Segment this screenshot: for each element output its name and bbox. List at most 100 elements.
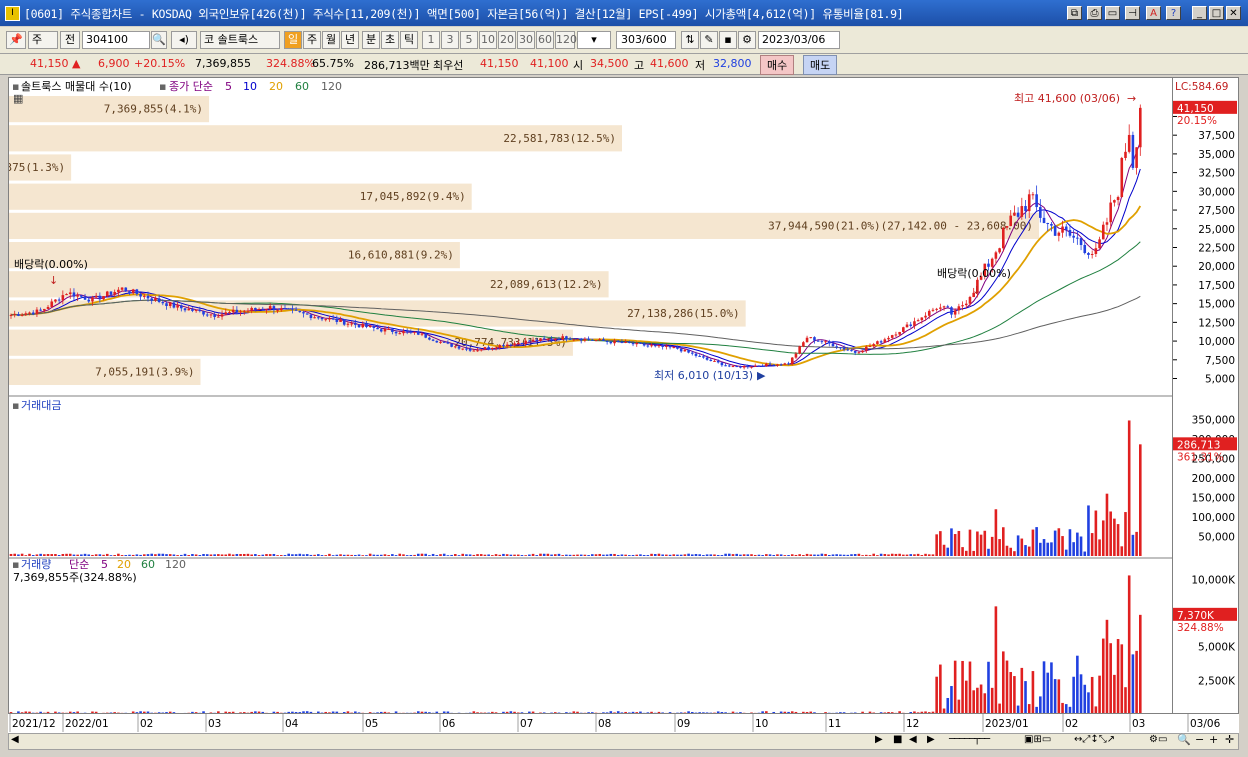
- candle-body: [739, 366, 742, 368]
- stock-name-label[interactable]: 코 솔트룩스: [200, 31, 280, 49]
- date-input[interactable]: 2023/03/06: [758, 31, 840, 49]
- candle-body: [228, 311, 231, 313]
- candle-body: [565, 336, 568, 339]
- font-icon[interactable]: A: [1146, 6, 1161, 20]
- chart-type-icon[interactable]: ⇅: [681, 31, 699, 49]
- period-week[interactable]: 주: [303, 31, 321, 49]
- settings-small-icon[interactable]: ⚙▭: [1149, 734, 1167, 745]
- candle-body: [176, 305, 179, 308]
- candle-body: [339, 319, 342, 322]
- period-month[interactable]: 월: [322, 31, 340, 49]
- amount-bar: [98, 554, 102, 556]
- candle-body: [450, 343, 453, 347]
- volume-bar: [994, 606, 998, 714]
- amount-bar: [661, 554, 664, 556]
- search-icon[interactable]: 🔍: [151, 31, 167, 49]
- prev-button[interactable]: 전: [60, 31, 80, 49]
- scroll-end-left-icon[interactable]: ◀: [909, 734, 917, 745]
- link-icon[interactable]: ⧉: [1067, 6, 1082, 20]
- play-icon[interactable]: ▶: [875, 734, 883, 745]
- save-icon[interactable]: ▪: [719, 31, 737, 49]
- zoom-out-icon[interactable]: −: [1195, 733, 1204, 746]
- interval-10[interactable]: 10: [479, 31, 497, 49]
- amount-bar: [368, 553, 372, 556]
- chart-scrollbar[interactable]: ◀ ▶ ■ ◀ ▶ ─────┬── ▣⊞▭ ↔⤢↕⤡↗ ⚙▭ 🔍 − + ✛: [8, 733, 1239, 750]
- amount-bar: [894, 553, 898, 556]
- candle-body: [213, 314, 216, 317]
- market-type-select[interactable]: 주: [28, 31, 58, 49]
- candle-body: [487, 347, 490, 349]
- volume-tick-label: 2,500K: [1198, 675, 1236, 687]
- zoom-in-icon[interactable]: +: [1209, 733, 1218, 746]
- layout-icon[interactable]: ▣⊞▭: [1024, 734, 1051, 745]
- help-icon[interactable]: ?: [1166, 6, 1181, 20]
- interval-3[interactable]: 3: [441, 31, 459, 49]
- stock-code-input[interactable]: 304100: [82, 31, 150, 49]
- period-year[interactable]: 년: [341, 31, 359, 49]
- period-day[interactable]: 일: [284, 31, 302, 49]
- scroll-left-icon[interactable]: ◀: [11, 734, 19, 745]
- data-count-input[interactable]: 303/600: [616, 31, 676, 49]
- fit-icon[interactable]: ✛: [1225, 733, 1234, 746]
- close-button[interactable]: ✕: [1226, 6, 1241, 20]
- amount-bar: [65, 553, 68, 556]
- speaker-icon[interactable]: ◂): [171, 31, 197, 49]
- interval-1[interactable]: 1: [422, 31, 440, 49]
- amount-bar: [154, 554, 157, 556]
- sell-button[interactable]: 매도: [803, 55, 838, 75]
- date-tick-label: 02: [1065, 718, 1078, 730]
- stop-icon[interactable]: ■: [893, 734, 902, 745]
- candle-body: [335, 318, 339, 322]
- settings-icon[interactable]: ⚙: [738, 31, 756, 49]
- amount-bar: [298, 553, 302, 556]
- interval-5[interactable]: 5: [460, 31, 478, 49]
- interval-60[interactable]: 60: [536, 31, 554, 49]
- legend-square-icon: ▪: [12, 399, 19, 412]
- setup-icon[interactable]: ⊣: [1125, 6, 1140, 20]
- window-icon[interactable]: ▭: [1105, 6, 1120, 20]
- candle-body: [94, 295, 98, 298]
- period-minute[interactable]: 분: [362, 31, 380, 49]
- amount-bar: [920, 555, 924, 556]
- candle-body: [690, 352, 694, 354]
- candle-body: [117, 289, 120, 292]
- amount-bar: [54, 554, 57, 556]
- candle-body: [1120, 157, 1124, 198]
- amount-bar: [1072, 542, 1075, 556]
- interval-120[interactable]: 120: [555, 31, 577, 49]
- amount-bar: [827, 554, 831, 556]
- zoom-search-icon[interactable]: 🔍: [1177, 733, 1191, 746]
- draw-tools-icon[interactable]: ↔⤢↕⤡↗: [1074, 734, 1115, 745]
- print-icon[interactable]: ⎙: [1087, 6, 1102, 20]
- amount-bar: [613, 553, 616, 556]
- candle-body: [491, 347, 494, 349]
- candle-body: [624, 341, 627, 343]
- tool-icon[interactable]: ✎: [700, 31, 718, 49]
- period-tick[interactable]: 틱: [400, 31, 418, 49]
- amount-bar: [913, 554, 916, 556]
- amount-bar: [1035, 527, 1038, 556]
- buy-button[interactable]: 매수: [760, 55, 795, 75]
- period-second[interactable]: 초: [381, 31, 399, 49]
- date-tick-label: 08: [598, 718, 611, 730]
- custom-interval-select[interactable]: ▾: [577, 31, 611, 49]
- volume-bar: [1046, 672, 1050, 714]
- scroll-end-right-icon[interactable]: ▶: [927, 734, 935, 745]
- amount-bar: [135, 554, 139, 556]
- candle-body: [416, 331, 420, 335]
- price-tick-label: 17,500: [1198, 280, 1235, 292]
- amount-bar: [431, 553, 435, 556]
- maximize-button[interactable]: □: [1209, 6, 1224, 20]
- candle-body: [1113, 200, 1116, 203]
- volume-profile-label: 17,045,892(9.4%): [360, 190, 466, 203]
- chart-area[interactable]: 7,369,855(4.1%) 22,581,783(12.5%) 2,289,37…: [8, 77, 1174, 732]
- pin-icon[interactable]: 📌: [6, 31, 26, 49]
- zoom-slider[interactable]: ─────┬──: [949, 734, 990, 745]
- interval-30[interactable]: 30: [517, 31, 535, 49]
- interval-20[interactable]: 20: [498, 31, 516, 49]
- minimize-button[interactable]: _: [1192, 6, 1207, 20]
- amount-bar: [1027, 546, 1031, 556]
- amount-bar: [102, 554, 105, 556]
- amount-bar: [631, 554, 635, 556]
- candle-body: [346, 323, 350, 325]
